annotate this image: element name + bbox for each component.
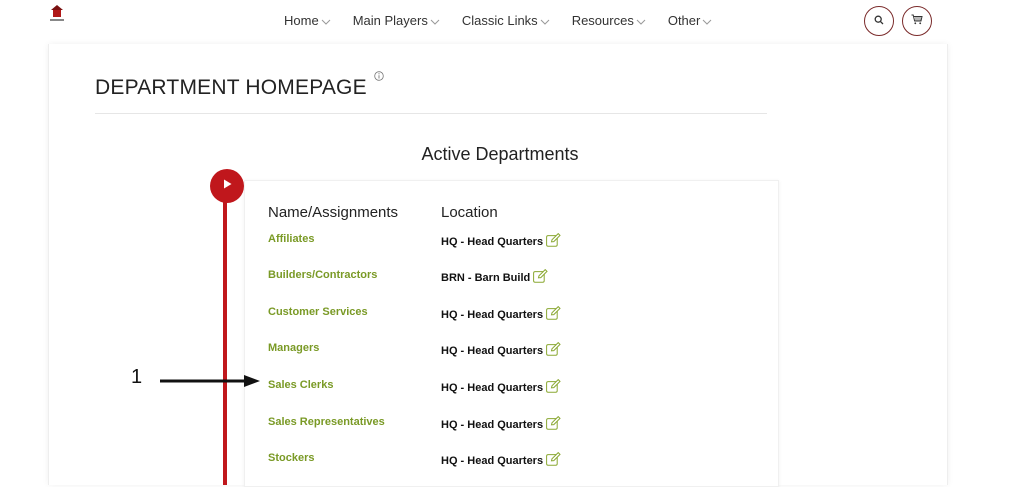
nav-item-label: Other: [667, 13, 701, 28]
department-link-customer-services[interactable]: Customer Services: [268, 306, 368, 318]
nav-item-label: Resources: [571, 13, 634, 28]
search-icon: [874, 12, 884, 30]
annotation-number: 1: [131, 366, 143, 388]
nav-item-home[interactable]: Home: [284, 13, 353, 28]
department-location: HQ - Head Quarters: [441, 451, 561, 469]
nav-item-main-players[interactable]: Main Players: [353, 13, 462, 28]
edit-icon[interactable]: [546, 451, 561, 469]
nav-item-classic-links[interactable]: Classic Links: [462, 13, 572, 28]
annotation-arrow-icon: [158, 374, 262, 393]
department-location: BRN - Barn Build: [441, 268, 548, 286]
chevron-down-icon: [540, 13, 550, 28]
department-location: HQ - Head Quarters: [441, 378, 561, 396]
play-icon: [221, 177, 233, 195]
section-title: Active Departments: [421, 144, 579, 164]
chevron-down-icon: [430, 13, 440, 28]
department-location: HQ - Head Quarters: [441, 232, 561, 250]
department-link-sales-clerks[interactable]: Sales Clerks: [268, 379, 333, 391]
department-location: HQ - Head Quarters: [441, 415, 561, 433]
location-text: HQ - Head Quarters: [441, 235, 544, 248]
cart-button[interactable]: [902, 6, 932, 36]
department-link-builders-contractors[interactable]: Builders/Contractors: [268, 269, 377, 281]
location-text: HQ - Head Quarters: [441, 381, 544, 394]
nav-item-label: Classic Links: [461, 13, 538, 28]
nav-item-label: Main Players: [352, 13, 428, 28]
location-text: HQ - Head Quarters: [441, 454, 544, 467]
edit-icon[interactable]: [546, 232, 561, 250]
chevron-down-icon: [321, 13, 331, 28]
search-button[interactable]: [864, 6, 894, 36]
edit-icon[interactable]: [546, 415, 561, 433]
timeline-play-badge[interactable]: [210, 169, 244, 203]
department-link-affiliates[interactable]: Affiliates: [268, 233, 314, 245]
location-text: HQ - Head Quarters: [441, 418, 544, 431]
chevron-down-icon: [636, 13, 646, 28]
edit-icon[interactable]: [533, 268, 548, 286]
edit-icon[interactable]: [546, 305, 561, 323]
timeline-line: [223, 200, 227, 485]
site-logo[interactable]: [46, 5, 68, 25]
column-header-name: Name/Assignments: [268, 204, 399, 221]
location-text: HQ - Head Quarters: [441, 308, 544, 321]
location-text: HQ - Head Quarters: [441, 344, 544, 357]
nav-item-other[interactable]: Other: [668, 13, 735, 28]
department-location: HQ - Head Quarters: [441, 341, 561, 359]
department-link-managers[interactable]: Managers: [268, 342, 319, 354]
column-header-location: Location: [441, 204, 498, 221]
top-navigation-bar: Home Main Players Classic Links Resource…: [0, 0, 1024, 44]
main-nav: Home Main Players Classic Links Resource…: [284, 13, 734, 28]
edit-icon[interactable]: [546, 341, 561, 359]
page-title: DEPARTMENT HOMEPAGE: [95, 76, 367, 99]
nav-item-label: Home: [284, 13, 319, 28]
title-divider: [95, 113, 767, 114]
department-link-sales-representatives[interactable]: Sales Representatives: [268, 416, 385, 428]
departments-card: [244, 180, 779, 487]
location-text: BRN - Barn Build: [441, 271, 531, 284]
edit-icon[interactable]: [546, 378, 561, 396]
department-location: HQ - Head Quarters: [441, 305, 561, 323]
cart-icon: [911, 12, 923, 30]
department-link-stockers[interactable]: Stockers: [268, 452, 314, 464]
info-icon[interactable]: [374, 68, 384, 86]
chevron-down-icon: [702, 13, 712, 28]
nav-item-resources[interactable]: Resources: [572, 13, 668, 28]
